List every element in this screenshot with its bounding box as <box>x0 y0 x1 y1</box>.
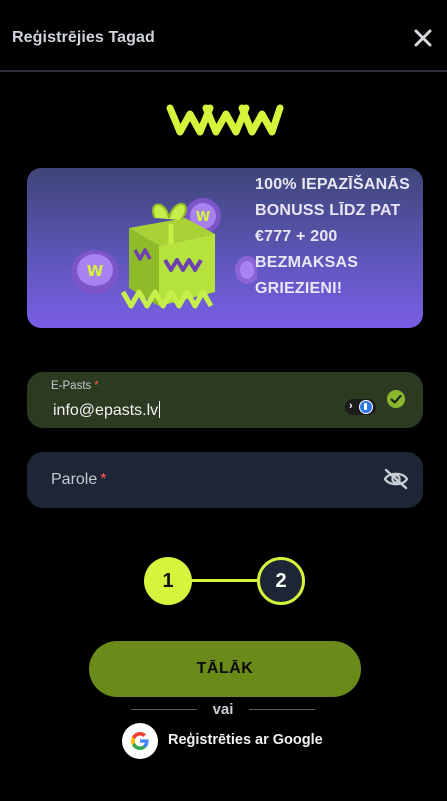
password-label: Parole * <box>51 471 107 488</box>
bonus-text: 100% IEPAZĪŠANĀS BONUSS LĪDZ PAT €777 + … <box>255 176 410 297</box>
next-button[interactable]: TĀLĀK <box>89 641 361 697</box>
page-title: Reģistrējies Tagad <box>12 29 155 46</box>
password-manager-icon[interactable]: › <box>345 399 376 415</box>
google-signup-label: Reģistrēties ar Google <box>168 732 323 748</box>
check-icon <box>387 390 405 408</box>
divider-line <box>249 709 315 710</box>
step-connector <box>190 579 258 582</box>
or-divider: vai <box>131 700 315 720</box>
gift-box-illustration: W W <box>71 198 257 309</box>
step-1: 1 <box>144 557 192 605</box>
email-field[interactable]: E-Pasts * info@epasts.lv › <box>27 372 423 428</box>
www-logo <box>166 100 284 140</box>
svg-text:W: W <box>196 210 210 225</box>
svg-text:W: W <box>87 262 104 280</box>
password-field[interactable]: Parole * <box>27 452 423 508</box>
header: Reģistrējies Tagad <box>0 0 447 72</box>
email-label: E-Pasts * <box>51 380 99 392</box>
email-input[interactable]: info@epasts.lv <box>53 401 161 420</box>
step-2: 2 <box>257 557 305 605</box>
google-signup-button[interactable]: Reģistrēties ar Google <box>122 722 332 759</box>
bonus-banner[interactable]: W W 100% IEPAZĪŠANĀS BONUSS LĪDZ PAT €77… <box>27 168 423 328</box>
close-icon[interactable] <box>411 26 435 50</box>
eye-off-icon[interactable] <box>383 467 409 491</box>
google-icon <box>122 723 158 759</box>
step-indicator: 1 2 <box>144 556 306 606</box>
